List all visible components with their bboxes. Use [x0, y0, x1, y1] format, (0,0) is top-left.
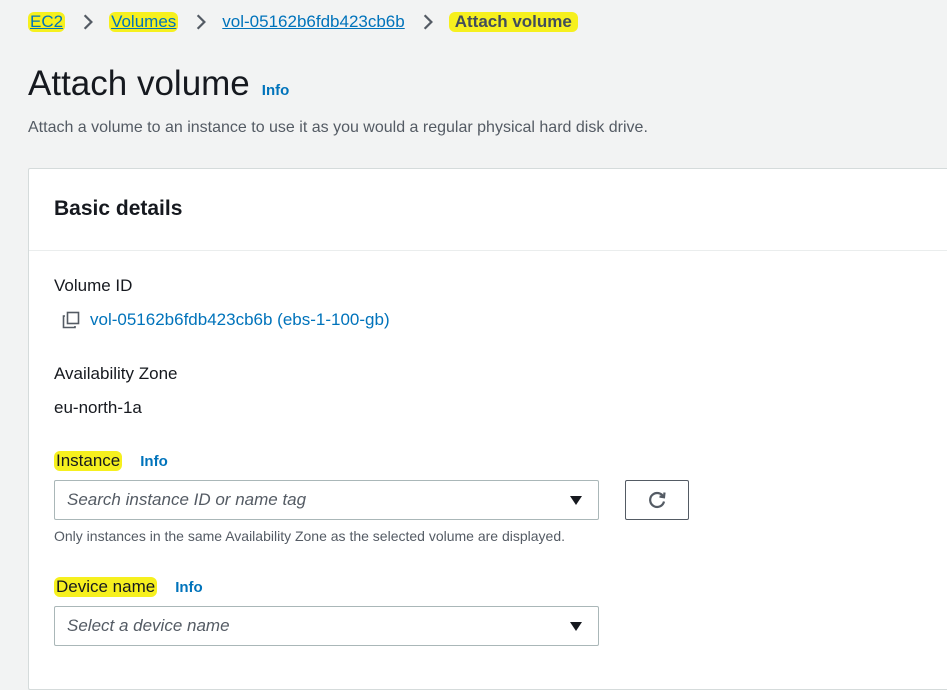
instance-label-text: Instance	[54, 451, 123, 471]
device-name-select[interactable]: Select a device name	[54, 606, 599, 646]
volume-id-value[interactable]: vol-05162b6fdb423cb6b (ebs-1-100-gb)	[90, 310, 390, 330]
instance-hint: Only instances in the same Availability …	[54, 528, 566, 544]
instance-label: Instance Info	[54, 451, 168, 471]
volume-id-label: Volume ID	[54, 276, 132, 296]
caret-down-icon	[570, 621, 582, 631]
chevron-right-icon	[197, 14, 207, 30]
basic-details-panel: Basic details Volume ID vol-05162b6fdb42…	[28, 168, 947, 690]
instance-select[interactable]: Search instance ID or name tag	[54, 480, 599, 520]
breadcrumb: EC2 Volumes vol-05162b6fdb423cb6b Attach…	[28, 10, 578, 34]
device-name-select-placeholder: Select a device name	[67, 616, 230, 635]
page-title: Attach volume Info	[28, 62, 289, 113]
availability-zone-label: Availability Zone	[54, 364, 177, 384]
page-description: Attach a volume to an instance to use it…	[28, 119, 648, 136]
page-info-link[interactable]: Info	[262, 69, 290, 113]
breadcrumb-volumes-link[interactable]: Volumes	[109, 12, 179, 32]
copy-icon[interactable]	[62, 311, 80, 329]
availability-zone-value: eu-north-1a	[54, 398, 142, 417]
device-name-label: Device name Info	[54, 577, 203, 597]
device-info-link[interactable]: Info	[175, 579, 203, 596]
instance-select-placeholder: Search instance ID or name tag	[67, 490, 307, 509]
breadcrumb-current: Attach volume	[448, 12, 578, 32]
panel-title: Basic details	[54, 197, 183, 220]
instance-info-link[interactable]: Info	[140, 453, 168, 470]
page-title-text: Attach volume	[28, 64, 250, 103]
volume-id-link[interactable]: vol-05162b6fdb423cb6b (ebs-1-100-gb)	[62, 310, 390, 330]
breadcrumb-volume-id-link[interactable]: vol-05162b6fdb423cb6b	[222, 12, 404, 32]
device-name-label-text: Device name	[54, 577, 158, 597]
caret-down-icon	[570, 495, 582, 505]
panel-header: Basic details	[29, 169, 947, 251]
availability-zone-label-text: Availability Zone	[54, 364, 178, 383]
breadcrumb-ec2-link[interactable]: EC2	[28, 12, 66, 32]
volume-id-label-text: Volume ID	[54, 276, 133, 295]
chevron-right-icon	[423, 14, 433, 30]
refresh-icon	[649, 491, 666, 509]
chevron-right-icon	[83, 14, 94, 30]
refresh-instances-button[interactable]	[625, 480, 689, 520]
